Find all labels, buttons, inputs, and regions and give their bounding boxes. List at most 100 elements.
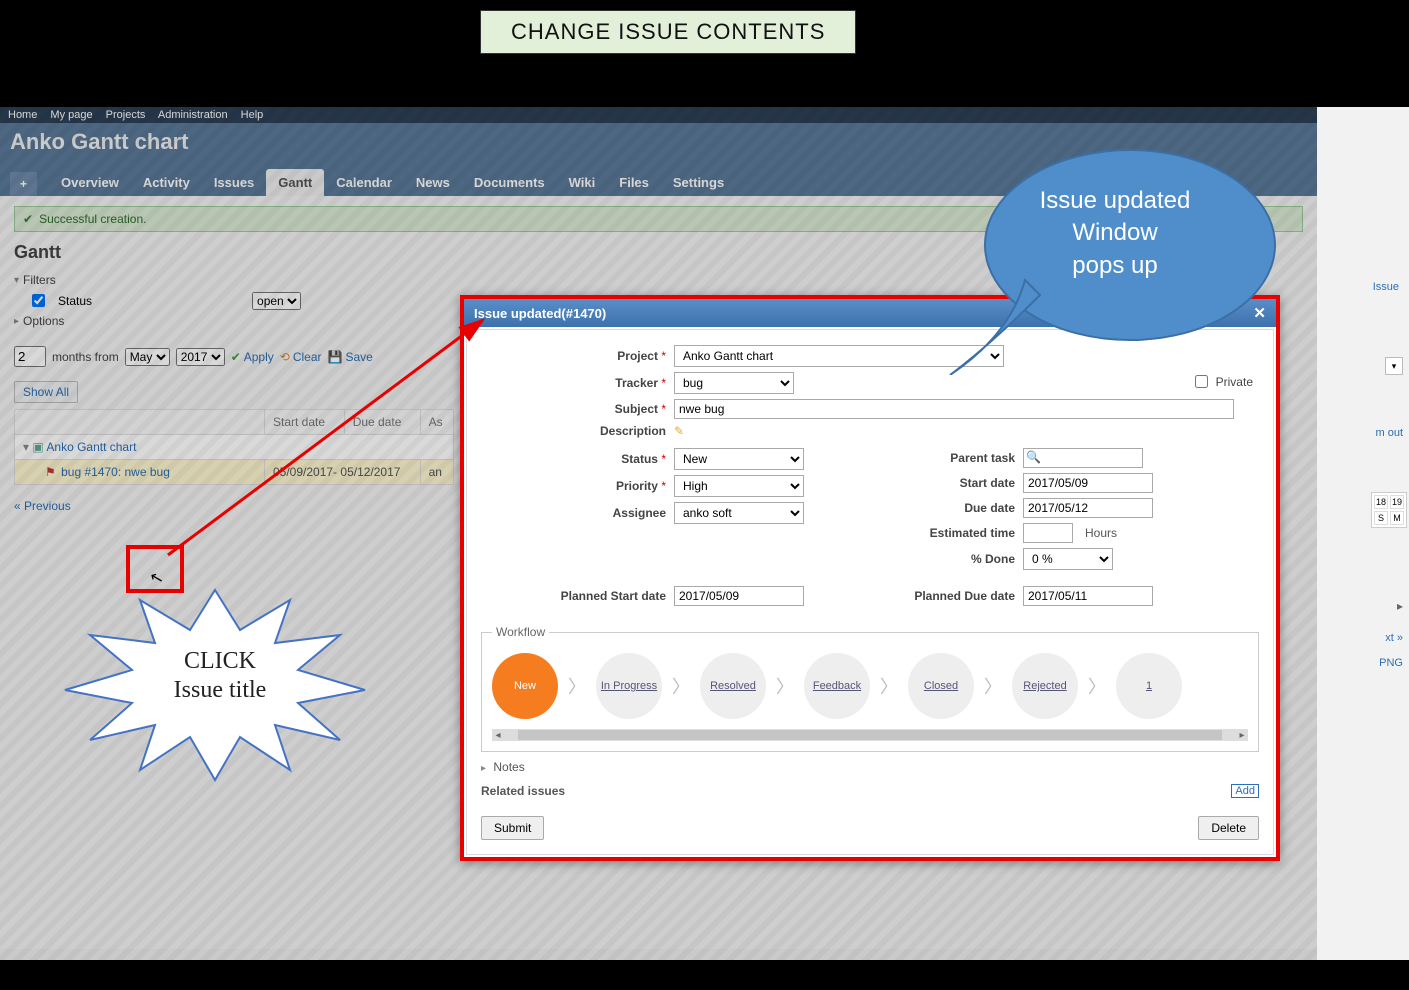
year-select[interactable]: 2017 [176,348,225,366]
previous-link[interactable]: « Previous [14,499,71,513]
status-checkbox[interactable] [32,294,45,307]
planned-due-input[interactable] [1023,586,1153,606]
tab-news[interactable]: News [404,169,462,196]
subject-label: Subject * [481,402,666,416]
clear-button[interactable]: ⟲ Clear [280,350,322,364]
status-select[interactable]: New [674,448,804,470]
apply-button[interactable]: ✔ Apply [231,350,274,364]
workflow-step-new[interactable]: New [492,653,558,719]
private-checkbox[interactable] [1195,375,1208,388]
right-sidebar-strip: Issue ▾ m out 1819 SM ▸ xt » PNG [1317,107,1409,960]
col-assignee: As [420,410,453,435]
percent-done-label: % Done [885,552,1015,566]
parent-task-input[interactable] [1023,448,1143,468]
estimated-time-label: Estimated time [885,526,1015,540]
export-png-link[interactable]: PNG [1379,657,1403,669]
workflow-steps: New 〉 In Progress 〉 Resolved 〉 Feedback … [492,649,1248,723]
subject-input[interactable] [674,399,1234,419]
issue-update-modal: Issue updated(#1470) ✕ Private Project *… [460,295,1280,861]
top-home[interactable]: Home [8,109,37,121]
workflow-scrollbar[interactable]: ◂ ▸ [492,729,1248,741]
modal-footer: Submit Delete [481,816,1259,840]
top-projects[interactable]: Projects [106,109,146,121]
estimated-time-input[interactable] [1023,523,1073,543]
priority-label: Priority * [481,479,666,493]
due-date-label: Due date [885,501,1015,515]
filters-label: Filters [23,273,56,287]
cal-cell: 18 [1374,495,1388,509]
zoom-out-link[interactable]: m out [1375,427,1403,439]
issue-title-link[interactable]: bug #1470: nwe bug [61,465,170,479]
scroll-left-icon[interactable]: ◂ [492,730,504,741]
project-label: Project * [481,349,666,363]
assignee-label: Assignee [481,506,666,520]
submit-button[interactable]: Submit [481,816,544,840]
workflow-step-inprogress[interactable]: In Progress [596,653,662,719]
col-due-date: Due date [344,410,420,435]
chevron-right-icon: 〉 [568,673,586,699]
check-icon: ✔ [231,350,241,364]
show-all-button[interactable]: Show All [14,381,78,403]
speech-line2: Window [1000,217,1230,249]
chevron-right-icon: ▸ [14,316,19,327]
tab-settings[interactable]: Settings [661,169,736,196]
delete-button[interactable]: Delete [1198,816,1259,840]
tracker-select[interactable]: bug [674,372,794,394]
tab-files[interactable]: Files [607,169,661,196]
pencil-icon[interactable]: ✎ [674,424,684,438]
project-name-link[interactable]: Anko Gantt chart [46,440,136,454]
top-administration[interactable]: Administration [158,109,228,121]
add-tab-button[interactable]: + [10,172,37,196]
month-select[interactable]: May [125,348,170,366]
tab-gantt[interactable]: Gantt [266,169,324,196]
save-button[interactable]: 💾 Save [328,350,373,364]
tab-activity[interactable]: Activity [131,169,202,196]
instruction-banner: CHANGE ISSUE CONTENTS [480,10,856,54]
save-icon: 💾 [328,350,343,364]
chevron-down-icon: ▾ [14,275,19,286]
planned-due-label: Planned Due date [885,589,1015,603]
months-count-input[interactable] [14,346,46,367]
tracker-label: Tracker * [481,376,666,390]
workflow-step-rejected[interactable]: Rejected [1012,653,1078,719]
table-header-row: Start date Due date As [15,410,454,435]
notes-toggle[interactable]: ▸ Notes [481,760,1259,774]
dropdown-corner[interactable]: ▾ [1385,357,1403,375]
top-help[interactable]: Help [241,109,264,121]
scroll-right-icon[interactable]: ▸ [1397,599,1403,613]
status-select[interactable]: open [252,292,301,310]
start-date-input[interactable] [1023,473,1153,493]
workflow-step-resolved[interactable]: Resolved [700,653,766,719]
add-related-button[interactable]: Add [1231,784,1259,798]
assignee-select[interactable]: anko soft [674,502,804,524]
cal-cell: 19 [1390,495,1404,509]
planned-start-input[interactable] [674,586,804,606]
tab-documents[interactable]: Documents [462,169,557,196]
workflow-step-closed[interactable]: Closed [908,653,974,719]
chevron-right-icon: 〉 [776,673,794,699]
due-date-input[interactable] [1023,498,1153,518]
percent-done-select[interactable]: 0 % [1023,548,1113,570]
save-label: Save [345,350,372,364]
scrollbar-thumb[interactable] [518,730,1222,740]
workflow-step-feedback[interactable]: Feedback [804,653,870,719]
tab-overview[interactable]: Overview [49,169,131,196]
flash-text: Successful creation. [39,212,146,226]
apply-label: Apply [244,350,274,364]
tab-calendar[interactable]: Calendar [324,169,404,196]
starburst-line1: CLICK [130,647,310,676]
tab-issues[interactable]: Issues [202,169,266,196]
next-link[interactable]: xt » [1385,632,1403,644]
folder-icon: ▣ [32,440,43,454]
calendar-fragment: 1819 SM [1371,492,1407,528]
new-issue-link[interactable]: Issue [1369,277,1403,297]
tab-wiki[interactable]: Wiki [557,169,608,196]
project-row[interactable]: ▾ ▣ Anko Gantt chart [15,435,454,460]
workflow-step-extra[interactable]: 1 [1116,653,1182,719]
top-my-page[interactable]: My page [50,109,92,121]
hours-label: Hours [1085,526,1117,540]
scroll-right-icon[interactable]: ▸ [1236,730,1248,741]
priority-select[interactable]: High [674,475,804,497]
speech-line3: pops up [1000,250,1230,282]
issue-row[interactable]: ⚑ bug #1470: nwe bug 05/09/2017- 05/12/2… [15,460,454,485]
